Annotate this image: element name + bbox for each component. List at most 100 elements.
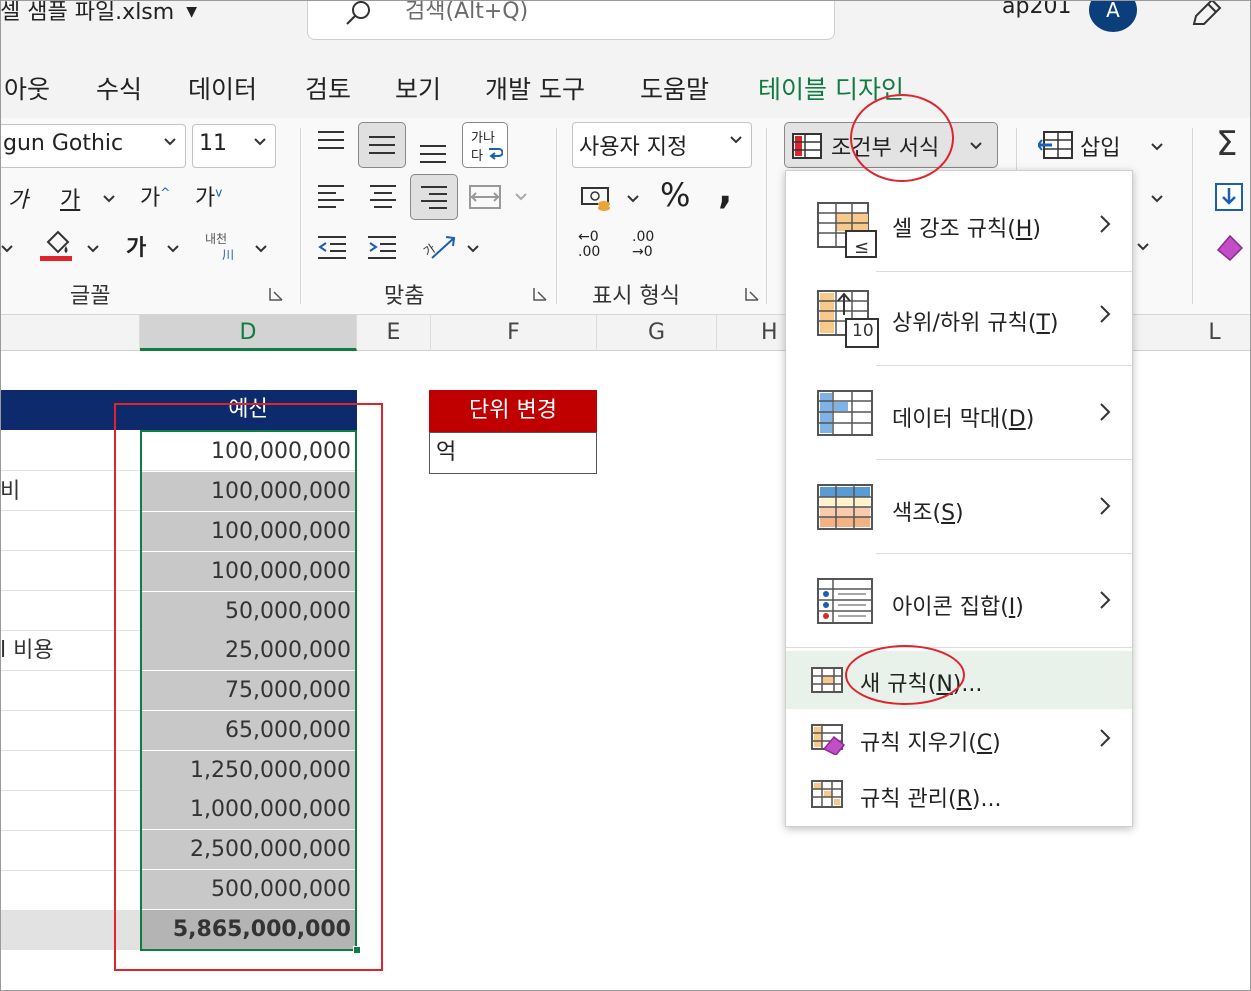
chevron-right-icon — [1100, 305, 1111, 323]
menu-item-text: 데이터 막대 — [892, 407, 1001, 432]
clear-eraser-icon[interactable] — [1214, 232, 1248, 262]
align-middle-button[interactable] — [358, 122, 406, 168]
insert-cells-icon[interactable] — [1038, 130, 1074, 160]
column-header-e[interactable]: E — [357, 315, 431, 351]
comma-style-button[interactable]: , — [718, 168, 732, 212]
row-label-cell[interactable]: 비 — [0, 472, 20, 512]
unit-change-cell[interactable]: 억 — [429, 432, 597, 474]
tab-developer[interactable]: 개발 도구 — [485, 70, 585, 106]
chevron-down-icon[interactable] — [254, 244, 268, 254]
column-header-l[interactable]: L — [1178, 315, 1251, 351]
decrease-indent-icon[interactable] — [316, 234, 348, 260]
chevron-down-icon[interactable] — [1150, 194, 1164, 204]
font-size-value: 11 — [199, 131, 227, 156]
svg-text:≤: ≤ — [854, 237, 869, 258]
conditional-formatting-icon — [792, 133, 822, 159]
menu-item-icon-sets[interactable]: 아이콘 집합(I) — [786, 555, 1132, 647]
wrap-glyph-bottom: 다 — [471, 149, 483, 164]
chevron-down-icon[interactable] — [166, 244, 180, 254]
italic-button[interactable]: 가 — [8, 182, 28, 214]
chevron-down-icon[interactable] — [102, 194, 116, 204]
tab-view[interactable]: 보기 — [395, 70, 441, 106]
align-center-icon[interactable] — [368, 182, 398, 210]
number-format-select[interactable]: 사용자 지정 — [572, 122, 752, 168]
annotation-highlight-box — [114, 403, 383, 971]
menu-item-color-scales[interactable]: 색조(S) — [786, 461, 1132, 553]
menu-item-top-bottom-rules[interactable]: 10 상위/하위 규칙(T) — [786, 273, 1132, 365]
menu-item-data-bars[interactable]: 데이터 막대(D) — [786, 367, 1132, 459]
avatar[interactable]: A — [1089, 0, 1137, 32]
unit-change-header[interactable]: 단위 변경 — [429, 390, 597, 432]
ribbon-divider — [300, 128, 301, 304]
increase-decimal-button[interactable]: ←0 .00 — [578, 230, 614, 260]
file-name-dropdown[interactable]: 셀 샘플 파일.xlsm ▼ — [0, 0, 197, 26]
merge-cells-icon[interactable] — [468, 184, 502, 210]
chevron-down-icon[interactable] — [514, 192, 528, 202]
menu-item-text: 규칙 관리 — [860, 787, 948, 812]
align-right-button[interactable] — [410, 174, 458, 220]
pen-icon[interactable] — [1190, 0, 1224, 28]
tab-formulas[interactable]: 수식 — [96, 70, 142, 106]
access-key: T — [1036, 311, 1050, 336]
chevron-down-icon[interactable] — [626, 194, 640, 204]
tab-help[interactable]: 도움말 — [640, 70, 709, 106]
column-header-g[interactable]: G — [597, 315, 717, 351]
autosum-button[interactable]: Σ — [1216, 124, 1237, 164]
align-top-icon[interactable] — [316, 128, 346, 154]
column-header-f[interactable]: F — [431, 315, 597, 351]
chevron-down-icon[interactable] — [1136, 242, 1150, 252]
align-bottom-icon[interactable] — [418, 140, 448, 166]
menu-separator — [786, 647, 1132, 648]
font-size-select[interactable]: 11 — [192, 124, 276, 168]
grow-font-button[interactable]: 가^ — [140, 180, 170, 212]
chevron-right-icon — [1100, 591, 1111, 609]
menu-item-highlight-cells-rules[interactable]: ≤ 셀 강조 규칙(H) — [786, 179, 1132, 271]
dialog-launcher-icon[interactable] — [744, 286, 760, 302]
increase-indent-icon[interactable] — [366, 234, 398, 260]
chevron-right-icon — [1100, 497, 1111, 515]
tab-layout[interactable]: 아웃 — [4, 70, 50, 106]
dialog-launcher-icon[interactable] — [532, 286, 548, 302]
chevron-down-icon[interactable] — [86, 244, 100, 254]
menu-item-manage-rules[interactable]: 규칙 관리(R)... — [786, 767, 1132, 823]
menu-item-label: 규칙 지우기(C) — [860, 731, 1001, 756]
font-color-button[interactable]: 가 — [126, 230, 146, 262]
ribbon-tabs: 아웃 수식 데이터 검토 보기 개발 도구 도움말 테이블 디자인 — [0, 60, 1251, 118]
search-box[interactable]: 검색(Alt+Q) — [307, 0, 835, 40]
menu-item-clear-rules[interactable]: 규칙 지우기(C) — [786, 711, 1132, 767]
annotation-circle-conditional-formatting — [850, 94, 954, 182]
font-name-select[interactable]: gun Gothic — [0, 124, 186, 168]
chevron-down-icon — [254, 138, 266, 146]
wrap-text-button[interactable]: 가나 다 — [462, 122, 508, 168]
tab-review[interactable]: 검토 — [305, 70, 351, 106]
color-scales-icon — [817, 484, 873, 530]
chevron-down-icon[interactable] — [466, 244, 480, 254]
group-label-alignment: 맞춤 — [384, 284, 425, 309]
accounting-format-icon[interactable] — [580, 184, 614, 212]
dialog-launcher-icon[interactable] — [268, 286, 284, 302]
orientation-icon[interactable]: 가 — [420, 230, 460, 262]
decrease-decimal-button[interactable]: .00 →0 — [632, 230, 668, 260]
ribbon-divider — [1192, 128, 1193, 304]
chevron-down-icon[interactable] — [1150, 142, 1164, 152]
column-header-d[interactable]: D — [140, 315, 357, 351]
phonetic-button[interactable]: 내천 — [205, 230, 227, 247]
insert-label[interactable]: 삽입 — [1080, 130, 1120, 162]
chevron-right-icon — [1100, 215, 1111, 233]
row-label-cell[interactable]: l 비용 — [0, 631, 54, 671]
tab-data[interactable]: 데이터 — [188, 70, 257, 106]
percent-style-button[interactable]: % — [660, 176, 690, 214]
align-left-icon[interactable] — [316, 182, 346, 210]
fill-down-icon[interactable] — [1214, 182, 1244, 212]
underline-button[interactable]: 가 — [60, 182, 80, 214]
search-placeholder: 검색(Alt+Q) — [405, 0, 529, 24]
top-10-badge: 10 — [852, 321, 874, 341]
arrow-up-icon: ^ — [160, 185, 171, 200]
highlight-cells-rules-icon: ≤ — [817, 202, 877, 258]
fill-color-icon[interactable] — [40, 228, 74, 262]
access-key: D — [1008, 407, 1026, 432]
chevron-down-icon[interactable] — [0, 244, 14, 254]
shrink-font-button[interactable]: 가v — [195, 180, 222, 212]
access-key: S — [941, 501, 956, 526]
column-header-c[interactable] — [0, 315, 140, 351]
